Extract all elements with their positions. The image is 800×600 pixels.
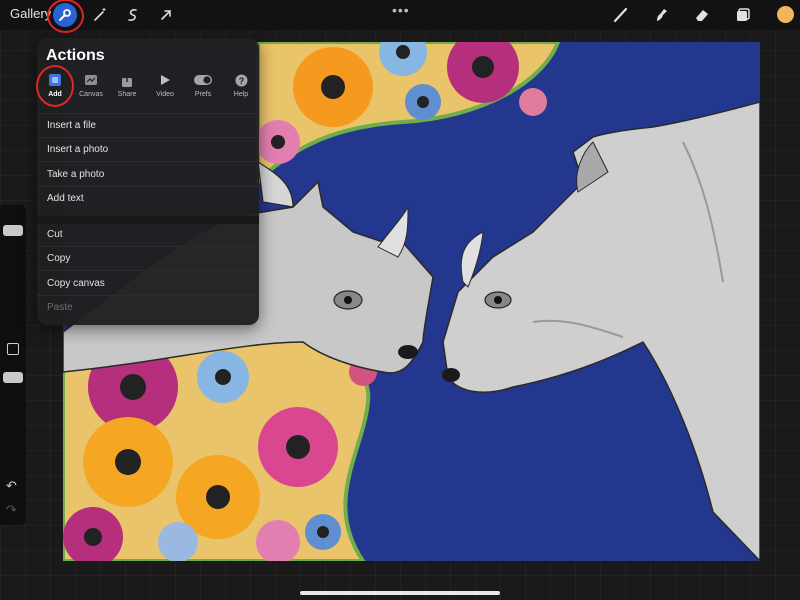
menu-item-paste: Paste bbox=[47, 302, 73, 313]
menu-item-insert-file[interactable]: Insert a file bbox=[47, 120, 96, 131]
magic-wand-icon bbox=[94, 8, 106, 21]
more-options[interactable]: ••• bbox=[392, 2, 410, 18]
menu-item-insert-photo[interactable]: Insert a photo bbox=[47, 144, 108, 155]
group-divider bbox=[37, 216, 259, 224]
adjustments-button[interactable] bbox=[88, 3, 112, 27]
actions-button[interactable] bbox=[53, 3, 77, 27]
tab-help[interactable]: ? Help bbox=[223, 71, 259, 101]
eraser-icon bbox=[696, 10, 708, 21]
tab-video[interactable]: Video bbox=[147, 71, 183, 101]
transform-icon bbox=[161, 10, 171, 20]
tab-share[interactable]: Share bbox=[109, 71, 145, 101]
color-picker[interactable] bbox=[777, 6, 794, 23]
share-icon bbox=[122, 72, 132, 87]
selection-button[interactable] bbox=[121, 3, 145, 27]
transform-button[interactable] bbox=[154, 3, 178, 27]
tab-label: Add bbox=[48, 91, 62, 98]
modify-button[interactable] bbox=[7, 343, 19, 355]
brush-size-slider[interactable] bbox=[3, 225, 23, 236]
gallery-button[interactable]: Gallery bbox=[10, 6, 51, 21]
tab-label: Video bbox=[156, 91, 174, 98]
divider bbox=[37, 113, 259, 114]
left-sidebar: ↶ ↷ bbox=[0, 205, 26, 525]
tab-label: Canvas bbox=[79, 91, 103, 98]
toggle-icon bbox=[194, 75, 212, 85]
menu-item-add-text[interactable]: Add text bbox=[47, 193, 84, 204]
panel-title: Actions bbox=[46, 47, 105, 64]
divider bbox=[37, 270, 259, 271]
video-icon bbox=[161, 75, 170, 85]
actions-panel: Actions Add Canvas Share Video Prefs ? H… bbox=[36, 38, 259, 325]
add-icon bbox=[49, 74, 61, 86]
divider bbox=[37, 246, 259, 247]
tab-prefs[interactable]: Prefs bbox=[185, 71, 221, 101]
home-indicator[interactable] bbox=[300, 591, 500, 595]
selection-icon bbox=[128, 9, 137, 21]
opacity-slider[interactable] bbox=[3, 372, 23, 383]
menu-item-copy-canvas[interactable]: Copy canvas bbox=[47, 278, 105, 289]
wrench-icon bbox=[59, 9, 71, 21]
undo-button[interactable]: ↶ bbox=[6, 478, 17, 494]
layers-icon bbox=[737, 8, 750, 21]
tab-canvas[interactable]: Canvas bbox=[73, 71, 109, 101]
brush-icon bbox=[613, 7, 628, 23]
top-toolbar: Gallery ••• bbox=[0, 0, 800, 33]
divider bbox=[37, 295, 259, 296]
redo-button[interactable]: ↷ bbox=[6, 502, 17, 518]
tab-add[interactable]: Add bbox=[37, 71, 73, 101]
tab-label: Prefs bbox=[194, 91, 212, 98]
brush-button[interactable] bbox=[609, 3, 633, 27]
help-icon: ? bbox=[235, 74, 247, 86]
canvas-icon bbox=[85, 75, 97, 85]
eraser-button[interactable] bbox=[690, 3, 714, 27]
divider bbox=[37, 186, 259, 187]
tab-label: Help bbox=[233, 91, 249, 98]
menu-item-copy[interactable]: Copy bbox=[47, 253, 70, 264]
svg-text:?: ? bbox=[238, 76, 244, 86]
divider bbox=[37, 161, 259, 162]
menu-item-take-photo[interactable]: Take a photo bbox=[47, 169, 104, 180]
divider bbox=[37, 137, 259, 138]
layers-button[interactable] bbox=[731, 3, 755, 27]
smudge-button[interactable] bbox=[649, 3, 673, 27]
tab-label: Share bbox=[117, 91, 137, 98]
smudge-icon bbox=[657, 9, 667, 21]
menu-item-cut[interactable]: Cut bbox=[47, 229, 63, 240]
